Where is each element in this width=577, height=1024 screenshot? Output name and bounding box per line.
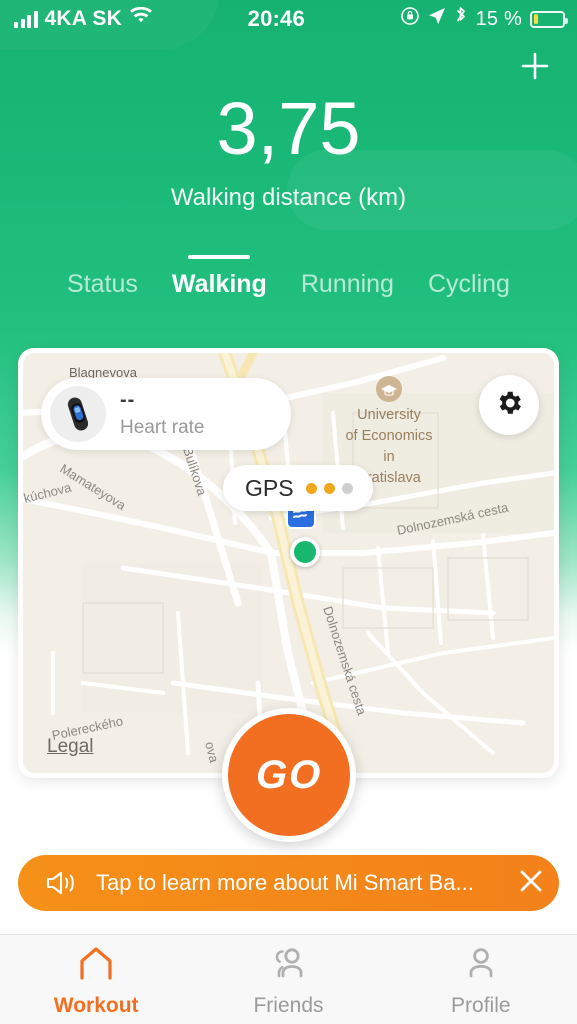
nav-item-friends-label: Friends	[253, 994, 324, 1017]
rotation-lock-icon	[400, 6, 420, 32]
gear-icon	[494, 388, 524, 423]
nav-item-profile[interactable]: Profile	[385, 935, 577, 1024]
bottom-navigation: Workout Friends Profile	[0, 934, 577, 1024]
gps-label: GPS	[245, 474, 294, 501]
bluetooth-icon	[454, 6, 468, 32]
battery-icon	[530, 10, 568, 28]
status-bar-left: 4KA SK	[0, 6, 153, 31]
gps-status-pill[interactable]: GPS	[223, 465, 373, 511]
svg-text:University: University	[357, 407, 421, 423]
heart-rate-label: Heart rate	[120, 416, 205, 438]
wifi-icon	[129, 6, 153, 31]
location-arrow-icon	[428, 7, 446, 31]
svg-text:of Economics: of Economics	[345, 428, 432, 444]
signal-bars-icon	[14, 10, 38, 28]
nav-item-workout[interactable]: Workout	[0, 935, 192, 1024]
nav-item-profile-label: Profile	[451, 994, 511, 1017]
tab-cycling[interactable]: Cycling	[411, 265, 527, 303]
close-icon	[517, 867, 545, 900]
metric-value: 3,75	[216, 87, 361, 170]
nav-item-friends[interactable]: Friends	[192, 935, 384, 1024]
tab-status[interactable]: Status	[50, 265, 155, 303]
activity-tabs: Status Walking Running Cycling	[0, 255, 577, 303]
tab-active-indicator	[188, 255, 251, 259]
legal-link[interactable]: Legal	[47, 736, 94, 758]
status-bar-center: 20:46	[153, 6, 400, 32]
tab-status-label: Status	[67, 270, 138, 298]
status-bar: 4KA SK 20:46 15 %	[0, 0, 577, 38]
plus-icon	[518, 49, 552, 83]
go-button[interactable]: GO	[222, 708, 356, 842]
promo-close-button[interactable]	[503, 855, 559, 911]
status-bar-right: 15 %	[400, 6, 577, 32]
tab-cycling-label: Cycling	[427, 270, 510, 298]
home-icon	[76, 945, 116, 986]
tab-walking-label: Walking	[171, 270, 267, 298]
nav-item-workout-label: Workout	[53, 994, 139, 1017]
map-settings-button[interactable]	[479, 375, 539, 435]
tab-running-label: Running	[300, 270, 394, 298]
tab-running[interactable]: Running	[284, 265, 411, 303]
mi-band-device-icon	[50, 386, 106, 442]
heart-rate-value: --	[120, 388, 136, 411]
people-icon	[268, 945, 308, 986]
carrier-label: 4KA SK	[44, 7, 122, 30]
megaphone-icon	[44, 869, 78, 897]
go-button-label: GO	[255, 752, 323, 797]
heart-rate-text: -- Heart rate	[120, 390, 204, 439]
tab-walking[interactable]: Walking	[155, 255, 284, 303]
promo-banner-text: Tap to learn more about Mi Smart Ba...	[96, 870, 474, 895]
metric-label: Walking distance (km)	[170, 184, 407, 211]
add-button[interactable]	[513, 44, 557, 88]
current-location-dot	[290, 537, 320, 567]
battery-percent-label: 15 %	[475, 7, 522, 30]
person-icon	[461, 945, 501, 986]
heart-rate-card[interactable]: -- Heart rate	[41, 378, 291, 450]
metric-header: 3,75 Walking distance (km)	[0, 88, 577, 212]
promo-banner[interactable]: Tap to learn more about Mi Smart Ba...	[18, 855, 559, 911]
clock-label: 20:46	[247, 6, 305, 31]
svg-text:in: in	[383, 449, 394, 465]
gps-signal-dots	[305, 482, 353, 494]
